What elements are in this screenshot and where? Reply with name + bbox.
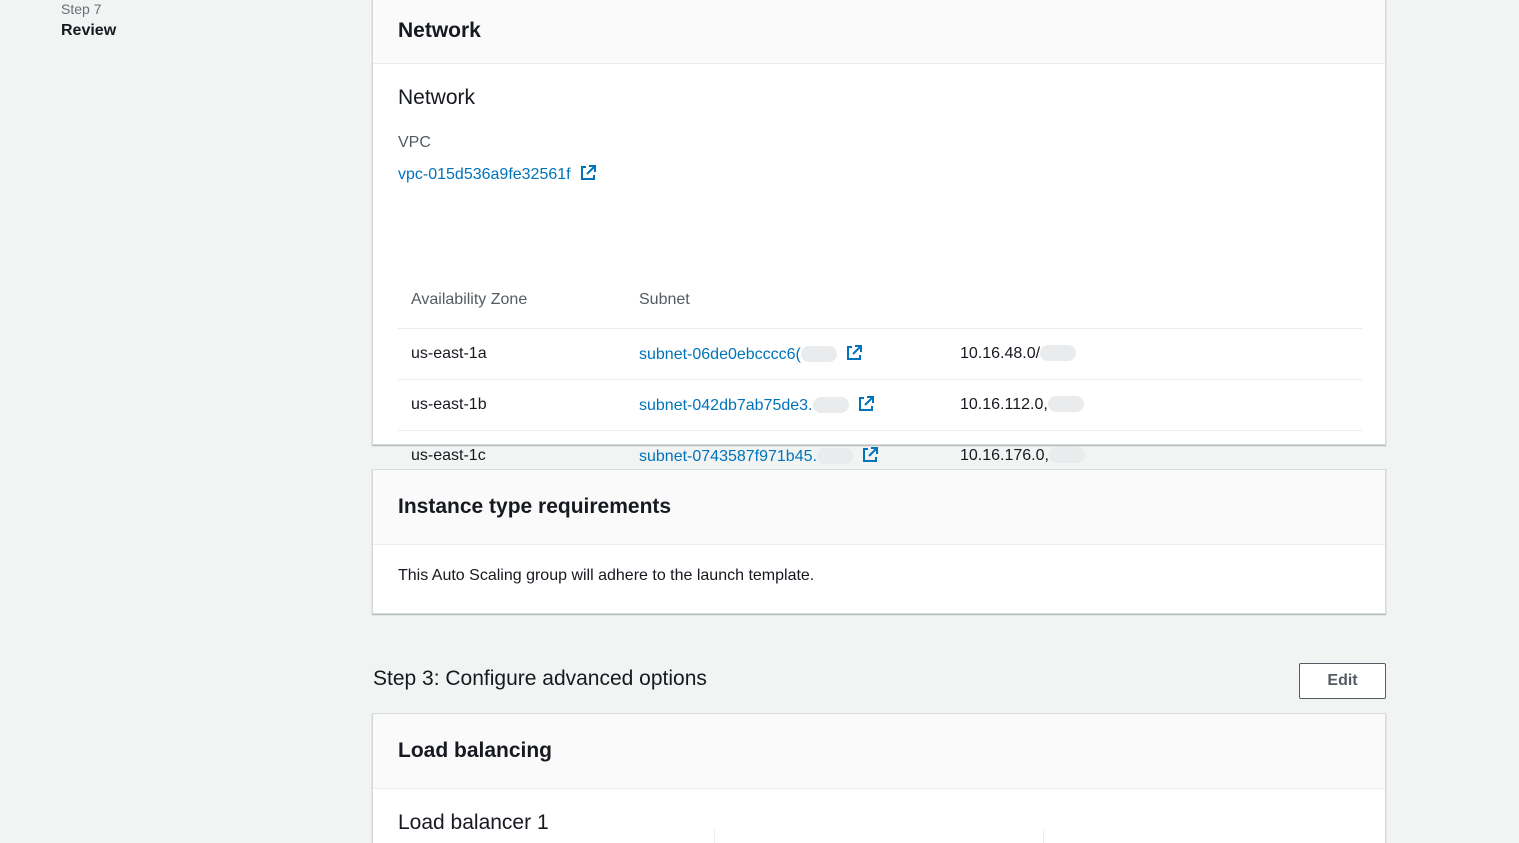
subnet-cell: subnet-0743587f971b45. xyxy=(639,446,960,466)
redaction-blur xyxy=(1048,447,1085,463)
external-link-icon[interactable] xyxy=(579,164,597,182)
lb-card-header: Load balancing xyxy=(373,714,1385,789)
vpc-link[interactable]: vpc-015d536a9fe32561f xyxy=(398,166,571,183)
column-divider xyxy=(714,829,715,843)
step3-title: Step 3: Configure advanced options xyxy=(373,667,707,690)
wizard-steps-nav: Step 7 Review xyxy=(61,0,116,40)
network-subheading: Network xyxy=(398,86,476,109)
external-link-icon[interactable] xyxy=(861,446,879,464)
table-row: us-east-1b subnet-042db7ab75de3. 10.16.1… xyxy=(398,380,1362,431)
column-header-subnet: Subnet xyxy=(639,291,690,308)
network-card-title: Network xyxy=(398,18,481,42)
lb-card-title: Load balancing xyxy=(398,739,553,762)
network-card: Network Network VPC vpc-015d536a9fe32561… xyxy=(372,0,1386,482)
subnet-cell: subnet-042db7ab75de3. xyxy=(639,395,960,415)
az-cell: us-east-1c xyxy=(411,447,486,464)
cidr-text: 10.16.112.0, xyxy=(960,396,1048,413)
subnet-link[interactable]: subnet-042db7ab75de3. xyxy=(639,397,813,414)
table-row: us-east-1a subnet-06de0ebcccc6( 10.16.48… xyxy=(398,329,1362,380)
cidr-cell: 10.16.48.0/ xyxy=(960,345,1362,363)
subnet-cell: subnet-06de0ebcccc6( xyxy=(639,344,960,364)
lb-subheading: Load balancer 1 xyxy=(398,811,549,834)
subnet-link[interactable]: subnet-0743587f971b45. xyxy=(639,448,817,465)
instance-card-text: This Auto Scaling group will adhere to t… xyxy=(398,567,815,584)
table-header-row: Availability Zone Subnet xyxy=(398,272,1362,329)
instance-card-body: This Auto Scaling group will adhere to t… xyxy=(373,545,1385,585)
instance-card-title: Instance type requirements xyxy=(398,495,672,518)
redaction-blur xyxy=(812,397,849,413)
az-cell: us-east-1b xyxy=(411,396,487,413)
step-review-link[interactable]: Review xyxy=(61,22,116,40)
cidr-cell: 10.16.112.0, xyxy=(960,396,1362,414)
instance-card-header: Instance type requirements xyxy=(373,470,1385,545)
redaction-blur xyxy=(800,346,837,362)
vpc-link-wrapper: vpc-015d536a9fe32561f xyxy=(398,164,597,184)
redaction-blur xyxy=(1040,345,1077,361)
step-number: Step 7 xyxy=(61,1,102,17)
load-balancing-card: Load balancing Load balancer 1 xyxy=(372,713,1386,843)
subnet-table: Availability Zone Subnet us-east-1a subn… xyxy=(398,272,1362,482)
column-divider xyxy=(1043,829,1044,843)
page: Step 7 Review Network Network VPC vpc-01… xyxy=(0,0,1519,843)
column-header-az: Availability Zone xyxy=(411,291,528,308)
redaction-blur xyxy=(816,448,853,464)
cidr-cell: 10.16.176.0, xyxy=(960,447,1362,465)
subnet-link[interactable]: subnet-06de0ebcccc6( xyxy=(639,346,801,363)
cidr-text: 10.16.48.0/ xyxy=(960,345,1041,362)
vpc-label: VPC xyxy=(398,134,431,151)
external-link-icon[interactable] xyxy=(857,395,875,413)
cidr-text: 10.16.176.0, xyxy=(960,447,1049,464)
edit-button[interactable]: Edit xyxy=(1299,663,1386,699)
az-cell: us-east-1a xyxy=(411,345,487,362)
instance-type-card: Instance type requirements This Auto Sca… xyxy=(372,469,1386,614)
network-card-header: Network xyxy=(373,0,1385,64)
redaction-blur xyxy=(1047,396,1084,412)
external-link-icon[interactable] xyxy=(845,344,863,362)
